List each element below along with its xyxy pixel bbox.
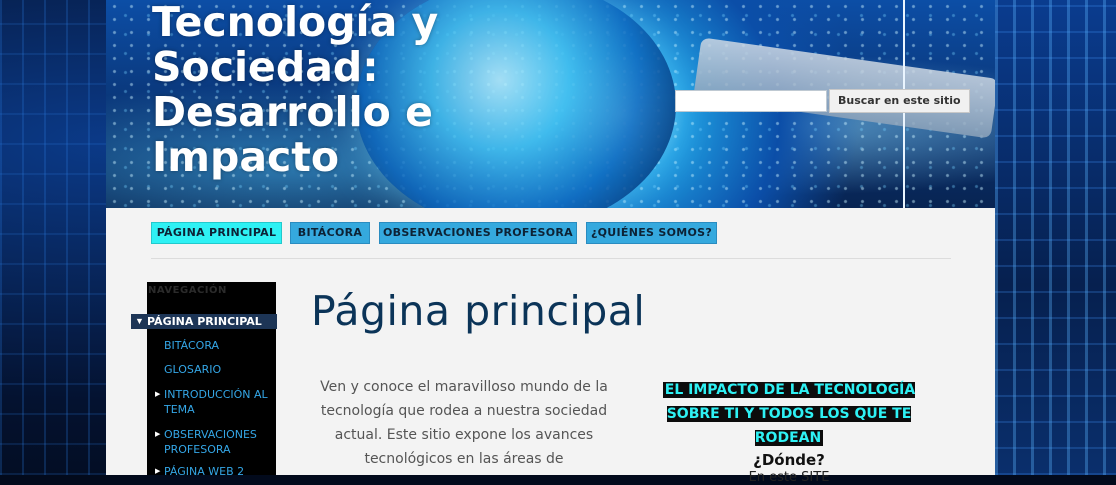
sidebar-item-observaciones[interactable]: OBSERVACIONES PROFESORA xyxy=(164,427,272,457)
where-text: En este SITE xyxy=(748,470,830,485)
sidebar-item-label: PÁGINA PRINCIPAL xyxy=(147,315,262,328)
site-frame: Tecnología y Sociedad: Desarrollo e Impa… xyxy=(106,0,995,485)
expand-arrow-icon[interactable]: ▶ xyxy=(155,430,160,438)
page-background-right xyxy=(995,0,1116,475)
expand-arrow-icon[interactable]: ▶ xyxy=(155,390,160,398)
highlight-box: EL IMPACTO DE LA TECNOLOGÍA SOBRE TI Y T… xyxy=(639,378,939,485)
tab-quienes-somos[interactable]: ¿QUIÉNES SOMOS? xyxy=(586,222,717,244)
search-input[interactable] xyxy=(675,90,827,112)
sidebar-item-introduccion[interactable]: INTRODUCCIÓN AL TEMA xyxy=(164,387,272,417)
sidebar-item-glosario[interactable]: GLOSARIO xyxy=(164,362,272,377)
tab-observaciones-profesora[interactable]: OBSERVACIONES PROFESORA xyxy=(379,222,577,244)
sidebar-heading: NAVEGACIÓN xyxy=(148,285,227,296)
intro-paragraph: Ven y conoce el maravilloso mundo de la … xyxy=(320,379,608,467)
sidebar-item-pagina-principal[interactable]: ▼ PÁGINA PRINCIPAL xyxy=(131,314,277,329)
nav-divider xyxy=(151,258,951,259)
page-title: Página principal xyxy=(311,287,646,335)
sidebar-item-bitacora[interactable]: BITÁCORA xyxy=(164,338,272,353)
expand-triangle-icon[interactable]: ▼ xyxy=(135,316,144,326)
expand-arrow-icon[interactable]: ▶ xyxy=(155,467,160,475)
sidebar-navigation: NAVEGACIÓN ▼ PÁGINA PRINCIPAL BITÁCORA G… xyxy=(131,282,277,478)
site-title[interactable]: Tecnología y Sociedad: Desarrollo e Impa… xyxy=(152,0,472,180)
header-banner: Tecnología y Sociedad: Desarrollo e Impa… xyxy=(106,0,995,208)
where-heading: ¿Dónde? xyxy=(753,451,825,469)
tab-pagina-principal[interactable]: PÁGINA PRINCIPAL xyxy=(151,222,282,244)
tab-bitacora[interactable]: BITÁCORA xyxy=(290,222,370,244)
search-button[interactable]: Buscar en este sitio xyxy=(829,89,970,113)
sidebar-item-pagina-web-2[interactable]: PÁGINA WEB 2 xyxy=(164,464,272,479)
highlight-heading: EL IMPACTO DE LA TECNOLOGÍA SOBRE TI Y T… xyxy=(662,382,916,446)
